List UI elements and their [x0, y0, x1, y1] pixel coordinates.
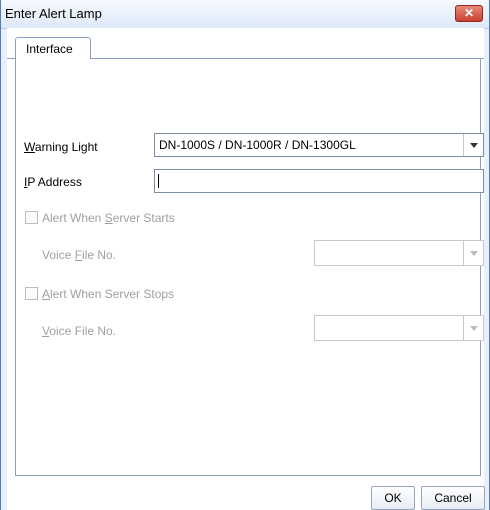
chevron-down-icon[interactable]: [463, 316, 483, 340]
voice-file-stop-label: Voice File No.: [42, 324, 117, 338]
ip-address-label: IP Address: [24, 175, 82, 189]
interface-panel: Warning Light DN-1000S / DN-1000R / DN-1…: [15, 59, 484, 476]
alert-server-starts-checkbox[interactable]: [25, 211, 38, 224]
alert-server-stops-label: Alert When Server Stops: [42, 287, 175, 301]
window-title: Enter Alert Lamp: [5, 6, 102, 21]
cancel-button[interactable]: Cancel: [421, 486, 485, 510]
voice-file-start-label: Voice File No.: [42, 248, 117, 262]
dialog-window: Enter Alert Lamp ✕ Interface Warning Lig…: [0, 0, 490, 510]
chevron-down-icon[interactable]: [463, 241, 483, 265]
warning-light-combo[interactable]: DN-1000S / DN-1000R / DN-1300GL: [154, 133, 484, 157]
voice-file-start-combo[interactable]: [314, 240, 484, 266]
voice-file-stop-combo[interactable]: [314, 315, 484, 341]
ip-address-field[interactable]: [154, 169, 484, 193]
warning-light-label: Warning Light: [24, 140, 98, 154]
alert-server-starts-label: Alert When Server Starts: [42, 211, 175, 225]
text-caret: [158, 174, 159, 188]
alert-server-stops-checkbox[interactable]: [25, 287, 38, 300]
chevron-down-icon[interactable]: [463, 134, 483, 156]
tab-interface[interactable]: Interface: [15, 37, 91, 59]
ok-button[interactable]: OK: [371, 486, 415, 510]
close-icon: ✕: [463, 6, 475, 20]
close-button[interactable]: ✕: [455, 5, 483, 22]
warning-light-value: DN-1000S / DN-1000R / DN-1300GL: [159, 138, 356, 152]
title-bar[interactable]: Enter Alert Lamp ✕: [1, 0, 489, 29]
dialog-client: Interface Warning Light DN-1000S / DN-10…: [7, 28, 485, 510]
